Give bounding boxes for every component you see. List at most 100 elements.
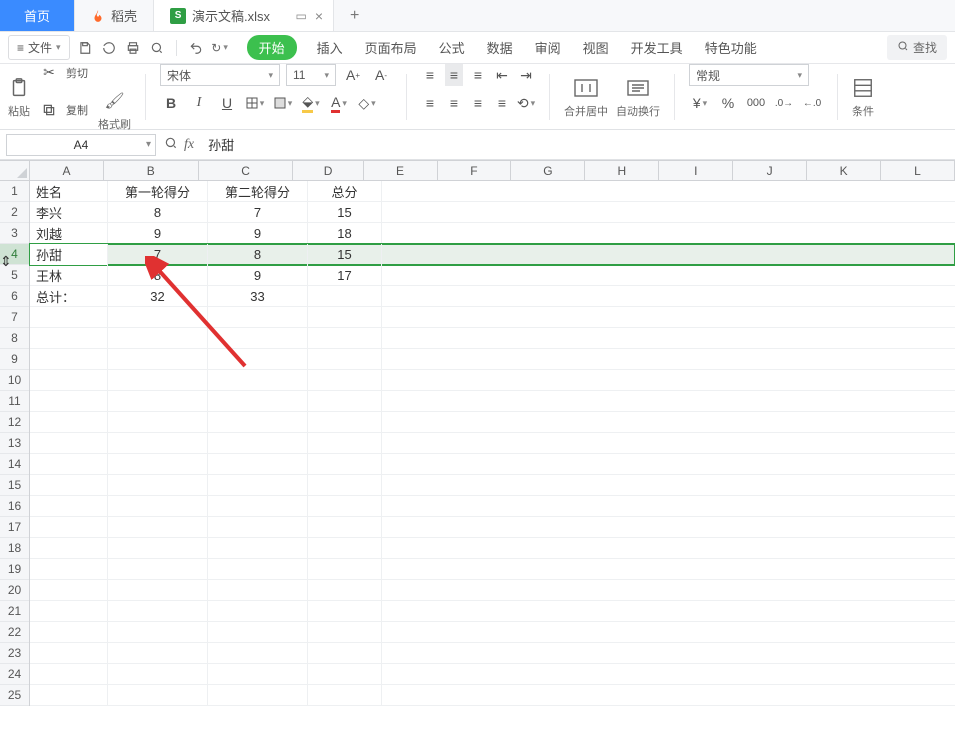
row-header[interactable]: 1	[0, 181, 29, 202]
tab-new[interactable]: +	[334, 0, 375, 31]
cell[interactable]	[308, 349, 382, 370]
cell[interactable]	[108, 412, 208, 433]
cell[interactable]	[208, 328, 308, 349]
row-header[interactable]: 17	[0, 517, 29, 538]
select-all-corner[interactable]	[0, 161, 30, 181]
col-header[interactable]: C	[199, 161, 294, 180]
cell[interactable]	[308, 454, 382, 475]
fx-icon[interactable]: fx	[184, 137, 194, 153]
row-header[interactable]: 2	[0, 202, 29, 223]
tab-docell[interactable]: 稻壳	[75, 0, 154, 31]
ribbon-tab-formula[interactable]: 公式	[437, 34, 467, 61]
row-header[interactable]: 19	[0, 559, 29, 580]
row-header[interactable]: 14	[0, 454, 29, 475]
cell[interactable]	[30, 622, 108, 643]
dec-dec-icon[interactable]: ←.0	[801, 92, 823, 114]
row-header[interactable]: 25	[0, 685, 29, 706]
cell[interactable]: 9	[108, 223, 208, 244]
cell[interactable]	[208, 349, 308, 370]
table-row[interactable]	[30, 433, 955, 454]
cell[interactable]: 王林	[30, 265, 108, 286]
fill-table-button[interactable]	[272, 92, 294, 114]
row-header[interactable]: 22	[0, 622, 29, 643]
cell[interactable]: 33	[208, 286, 308, 307]
font-size-select[interactable]: 11 ▾	[286, 64, 336, 86]
cell[interactable]	[108, 433, 208, 454]
font-select[interactable]: 宋体 ▾	[160, 64, 280, 86]
file-menu[interactable]: ≡ 文件 ▾	[8, 35, 70, 60]
cell[interactable]: 18	[308, 223, 382, 244]
increase-font-icon[interactable]: A+	[342, 64, 364, 86]
row-header[interactable]: 16	[0, 496, 29, 517]
cell[interactable]	[108, 370, 208, 391]
table-row[interactable]	[30, 307, 955, 328]
cell[interactable]: 15	[308, 202, 382, 223]
cell[interactable]	[308, 601, 382, 622]
table-row[interactable]	[30, 685, 955, 706]
cell[interactable]	[108, 517, 208, 538]
cell[interactable]	[108, 538, 208, 559]
row-header[interactable]: 9	[0, 349, 29, 370]
ribbon-tab-dev[interactable]: 开发工具	[629, 34, 685, 61]
ribbon-tab-special[interactable]: 特色功能	[703, 34, 759, 61]
col-header[interactable]: K	[807, 161, 881, 180]
cell[interactable]	[308, 391, 382, 412]
align-left-icon[interactable]: ≡	[421, 92, 439, 114]
cell[interactable]: 总分	[308, 181, 382, 202]
cell[interactable]: 9	[208, 265, 308, 286]
cell[interactable]	[208, 538, 308, 559]
cell[interactable]	[108, 622, 208, 643]
table-row[interactable]: 姓名第一轮得分第二轮得分总分	[30, 181, 955, 202]
spreadsheet[interactable]: A B C D E F G H I J K L 1234567891011121…	[0, 160, 955, 738]
table-row[interactable]	[30, 349, 955, 370]
indent-dec-icon[interactable]: ⇤	[493, 64, 511, 86]
row-header[interactable]: 5	[0, 265, 29, 286]
cell[interactable]	[30, 307, 108, 328]
table-row[interactable]	[30, 454, 955, 475]
row-header[interactable]: 23	[0, 643, 29, 664]
cell[interactable]: 15	[308, 244, 382, 265]
cell[interactable]	[208, 454, 308, 475]
cell[interactable]	[308, 286, 382, 307]
cell[interactable]	[108, 307, 208, 328]
ribbon-tab-review[interactable]: 审阅	[533, 34, 563, 61]
cell[interactable]	[208, 643, 308, 664]
cell[interactable]	[108, 580, 208, 601]
format-painter-button[interactable]: 🖌 格式刷	[98, 88, 131, 132]
row-header[interactable]: 7	[0, 307, 29, 328]
cell[interactable]	[308, 307, 382, 328]
cell[interactable]: 8	[108, 202, 208, 223]
print-icon[interactable]	[124, 39, 142, 57]
cell[interactable]	[30, 391, 108, 412]
zoom-fx-icon[interactable]	[164, 136, 178, 153]
cell[interactable]: 8	[208, 244, 308, 265]
row-header[interactable]: 21	[0, 601, 29, 622]
cell[interactable]	[208, 370, 308, 391]
cell[interactable]: 孙甜	[30, 244, 108, 265]
preview-icon[interactable]	[148, 39, 166, 57]
clear-format-button[interactable]: ◇	[356, 92, 378, 114]
cell[interactable]	[308, 643, 382, 664]
cell[interactable]	[308, 517, 382, 538]
table-row[interactable]	[30, 643, 955, 664]
valign-top-icon[interactable]: ≡	[421, 64, 439, 86]
table-row[interactable]	[30, 517, 955, 538]
cell[interactable]	[308, 664, 382, 685]
conditional-button[interactable]: 条件	[852, 75, 874, 119]
cell[interactable]: 第二轮得分	[208, 181, 308, 202]
table-row[interactable]	[30, 391, 955, 412]
row-header[interactable]: 6	[0, 286, 29, 307]
cell[interactable]	[108, 475, 208, 496]
table-row[interactable]	[30, 664, 955, 685]
col-header[interactable]: I	[659, 161, 733, 180]
table-row[interactable]: 王林8917	[30, 265, 955, 286]
orientation-icon[interactable]: ⟲	[517, 92, 535, 114]
cell[interactable]	[308, 370, 382, 391]
cell[interactable]: 刘越	[30, 223, 108, 244]
cell[interactable]	[308, 328, 382, 349]
col-header[interactable]: J	[733, 161, 807, 180]
col-header[interactable]: G	[511, 161, 585, 180]
cell[interactable]	[108, 601, 208, 622]
row-header[interactable]: 20	[0, 580, 29, 601]
cell[interactable]	[108, 349, 208, 370]
